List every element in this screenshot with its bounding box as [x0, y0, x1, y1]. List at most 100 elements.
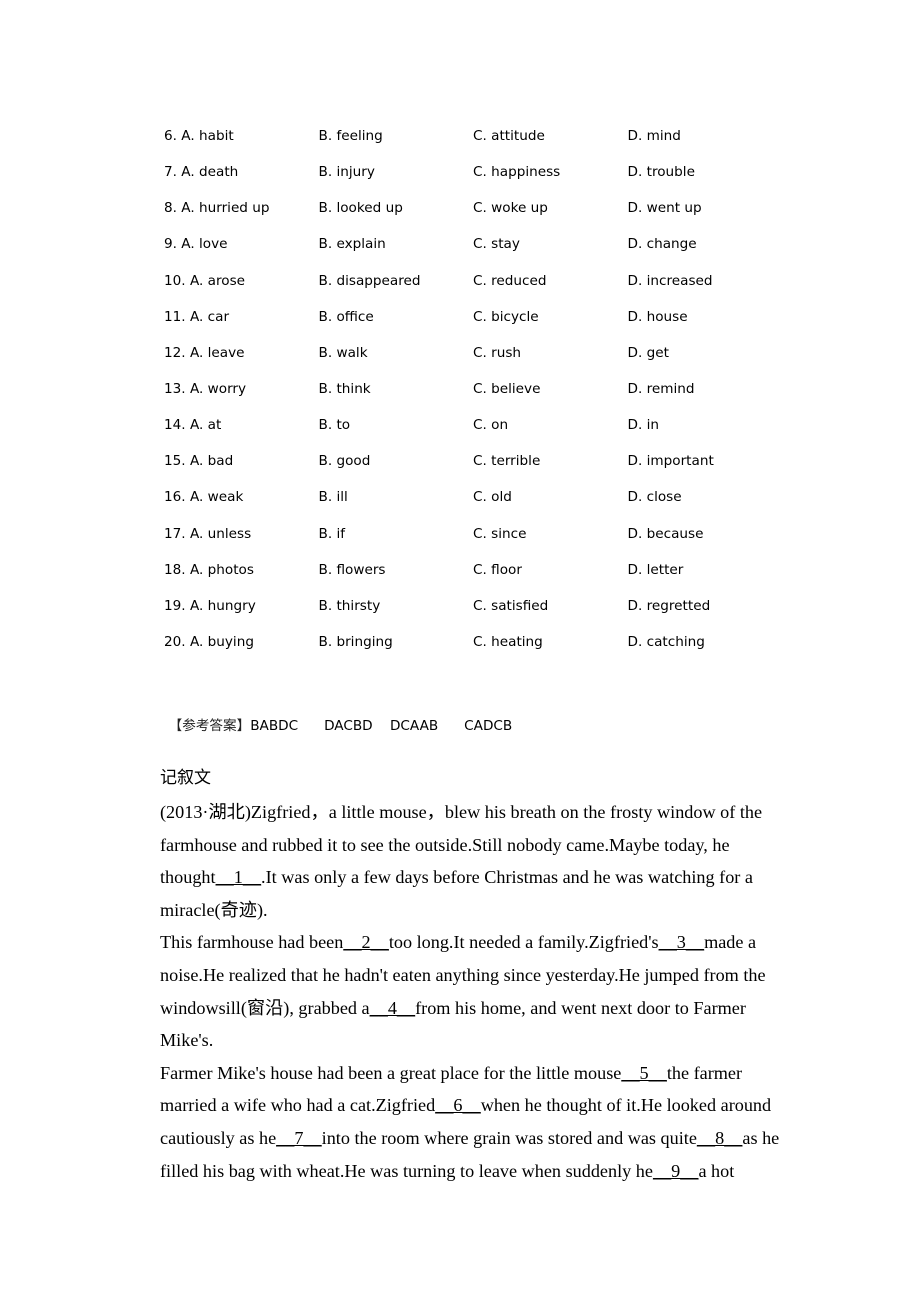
option-choice: B. bringing: [318, 634, 393, 651]
option-choice: 12. A. leave: [164, 344, 245, 361]
option-choice: 19. A. hungry: [164, 597, 256, 614]
option-choice: 13. A. worry: [164, 381, 247, 398]
option-choice: B. injury: [318, 164, 375, 181]
option-choice: D. in: [627, 417, 660, 434]
option-choice: C. satisfied: [473, 597, 549, 614]
option-choice: B. thirsty: [318, 597, 381, 614]
option-row: 10. A. arose B. disappeared C. reduced D. i…: [164, 263, 782, 299]
answer-key: 【参考答案】BABDC DACBD DCAAB CADCB: [160, 698, 513, 734]
passage-paragraph: This farmhouse had been__2__too long.It …: [160, 926, 800, 1056]
passage: (2013·湖北)Zigfried，a little mouse，blew hi…: [160, 796, 800, 1187]
option-row: 13. A. worry B. think C. believe D. remind: [164, 371, 782, 407]
option-choice: C. since: [473, 525, 527, 542]
option-choice: C. floor: [473, 561, 522, 578]
option-choice: B. flowers: [318, 561, 386, 578]
option-choice: D. because: [627, 525, 704, 542]
option-choice: B. office: [318, 308, 374, 325]
option-row: 11. A. car B. office C. bicycle D. house: [164, 299, 782, 335]
option-row: 8. A. hurried up B. looked up C. woke up D.…: [164, 190, 782, 226]
option-row: 9. A. love B. explain C. stay D. change: [164, 226, 782, 262]
cloze-blank: __2__: [343, 932, 389, 953]
option-choice: 15. A. bad: [164, 453, 234, 470]
section-heading: 记叙文: [160, 768, 211, 788]
option-choice: C. old: [473, 489, 512, 506]
cloze-blank: __9__: [652, 1160, 699, 1181]
cloze-blank: __8__: [696, 1127, 743, 1148]
passage-text: a hot: [698, 1160, 735, 1181]
passage-text: too long.It needed a family.Zigfried's: [388, 932, 659, 953]
option-choice: C. terrible: [473, 453, 541, 470]
option-choice: B. to: [318, 417, 351, 434]
option-choice: D. remind: [627, 381, 695, 398]
option-choice: B. if: [318, 525, 346, 542]
cloze-blank: __1__: [215, 867, 262, 888]
option-choice: D. change: [627, 236, 697, 253]
option-choice: B. disappeared: [318, 272, 421, 289]
option-choice: D. catching: [627, 634, 705, 651]
option-choice: B. walk: [318, 344, 368, 361]
option-choice: 20. A. buying: [164, 634, 254, 651]
option-choice: D. close: [627, 489, 682, 506]
option-choice: 8. A. hurried up: [164, 200, 270, 217]
option-choice: C. believe: [473, 381, 541, 398]
option-choice: 10. A. arose: [164, 272, 246, 289]
option-choice: B. feeling: [318, 128, 383, 145]
option-choice: D. mind: [627, 128, 681, 145]
answer-group: DCAAB: [389, 718, 439, 734]
answer-group: DACBD: [324, 718, 373, 734]
passage-paragraph: (2013·湖北)Zigfried，a little mouse，blew hi…: [160, 796, 800, 926]
option-choice: 9. A. love: [164, 236, 228, 253]
option-choice: C. heating: [473, 634, 543, 651]
cloze-blank: __3__: [658, 932, 705, 953]
cloze-blank: __5__: [621, 1062, 667, 1083]
option-choice: C. rush: [473, 344, 522, 361]
option-row: 7. A. death B. injury C. happiness D. troub…: [164, 154, 782, 190]
option-row: 14. A. at B. to C. on D. in: [164, 407, 782, 443]
option-choice: 14. A. at: [164, 417, 222, 434]
option-choice: C. attitude: [473, 128, 545, 145]
passage-text: into the room where grain was stored and…: [321, 1127, 697, 1148]
option-choice: D. letter: [627, 561, 684, 578]
option-choice: D. get: [627, 344, 669, 361]
option-choice: D. regretted: [627, 597, 711, 614]
option-choice: D. important: [627, 453, 714, 470]
option-choice: D. trouble: [627, 164, 695, 181]
cloze-blank: __4__: [369, 997, 416, 1018]
answer-group: CADCB: [464, 718, 513, 734]
option-choice: D. house: [627, 308, 688, 325]
option-row: 15. A. bad B. good C. terrible D. important: [164, 443, 782, 479]
option-choice: C. reduced: [473, 272, 547, 289]
options-table: 6. A. habit B. feeling C. attitude D. mind 7…: [164, 118, 782, 660]
option-choice: 17. A. unless: [164, 525, 252, 542]
option-choice: B. think: [318, 381, 371, 398]
passage-paragraph: Farmer Mike's house had been a great pla…: [160, 1057, 800, 1187]
option-choice: 18. A. photos: [164, 561, 254, 578]
option-row: 16. A. weak B. ill C. old D. close: [164, 479, 782, 515]
option-choice: B. explain: [318, 236, 386, 253]
option-choice: C. stay: [473, 236, 520, 253]
answer-label: 【参考答案】: [168, 718, 251, 734]
answer-group: BABDC: [250, 718, 299, 734]
option-row: 20. A. buying B. bringing C. heating D. cat…: [164, 624, 782, 660]
passage-text: This farmhouse had been: [160, 932, 344, 953]
option-row: 18. A. photos B. flowers C. floor D. letter: [164, 552, 782, 588]
passage-text: Farmer Mike's house had been a great pla…: [160, 1062, 622, 1083]
cloze-blank: __6__: [435, 1095, 481, 1116]
option-choice: 6. A. habit: [164, 128, 234, 145]
cloze-blank: __7__: [276, 1127, 322, 1148]
option-choice: D. increased: [627, 272, 713, 289]
option-choice: B. good: [318, 453, 371, 470]
option-choice: 16. A. weak: [164, 489, 244, 506]
option-choice: D. went up: [627, 200, 702, 217]
option-choice: B. ill: [318, 489, 348, 506]
option-row: 6. A. habit B. feeling C. attitude D. mind: [164, 118, 782, 154]
option-choice: 7. A. death: [164, 164, 239, 181]
option-row: 17. A. unless B. if C. since D. because: [164, 516, 782, 552]
option-choice: B. looked up: [318, 200, 403, 217]
option-choice: C. bicycle: [473, 308, 539, 325]
option-choice: C. happiness: [473, 164, 561, 181]
option-row: 12. A. leave B. walk C. rush D. get: [164, 335, 782, 371]
option-choice: C. on: [473, 417, 509, 434]
option-choice: C. woke up: [473, 200, 548, 217]
option-row: 19. A. hungry B. thirsty C. satisfied D. re…: [164, 588, 782, 624]
